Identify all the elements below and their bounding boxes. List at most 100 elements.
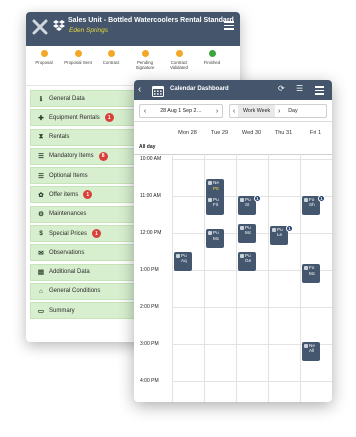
screenshot-stage: Sales Unit - Bottled Watercoolers Rental…: [0, 0, 356, 437]
calendar-event[interactable]: Fo Mc: [302, 264, 320, 284]
event-text: Mc: [309, 270, 316, 276]
event-text: Sh: [309, 202, 315, 208]
event-type-icon: [239, 198, 244, 202]
menu-item-label: Summary: [49, 307, 75, 314]
count-badge: 8: [98, 151, 108, 161]
bank-icon: ⌂: [39, 287, 43, 295]
event-count-badge: 1: [286, 224, 293, 232]
event-text: All: [309, 348, 315, 354]
day-header[interactable]: Wed 30: [236, 130, 267, 136]
menu-item-label: Observations: [49, 249, 85, 256]
menu-item-label: Mandatory Items: [49, 153, 94, 160]
event-type-icon: [207, 231, 212, 236]
prev-range-icon[interactable]: ‹: [140, 108, 150, 115]
step-label: Contract Validated: [170, 60, 188, 71]
day-header[interactable]: Fri 1: [300, 130, 331, 136]
step-label: Finished: [203, 60, 221, 65]
list-icon: ☰: [38, 172, 44, 180]
close-icon[interactable]: [32, 19, 48, 35]
step-label: Contract: [102, 60, 120, 65]
day-header[interactable]: Thu 31: [268, 130, 299, 136]
day-column-divider: [300, 154, 301, 402]
hour-label: 11:00 AM: [140, 193, 161, 199]
menu-item-label: Additional Data: [49, 269, 90, 276]
sales-unit-header: Sales Unit - Bottled Watercoolers Rental…: [26, 12, 240, 46]
calendar-header: ‹ Calendar Dashboard ⟳ ☰: [134, 80, 332, 100]
next-range-icon[interactable]: ›: [212, 108, 222, 115]
menu-item-label: General Data: [49, 95, 85, 102]
menu-item-label: Offer items: [49, 191, 79, 198]
day-header[interactable]: Mon 28: [172, 130, 203, 136]
menu-item-label: Equipment Rentals: [49, 114, 100, 121]
page-subtitle: Eden Springs: [69, 27, 109, 34]
next-view-icon[interactable]: ›: [275, 108, 283, 115]
view-day[interactable]: Day: [283, 105, 302, 117]
event-type-icon: [207, 181, 212, 186]
hour-gridline: [172, 381, 332, 382]
info-icon: ℹ: [39, 95, 43, 103]
step-label: Proposal: [35, 60, 53, 65]
menu-item-label: Rentals: [49, 134, 70, 141]
view-work-week[interactable]: Work Week: [238, 105, 276, 117]
hour-label: 1:00 PM: [140, 267, 159, 273]
prev-view-icon[interactable]: ‹: [230, 108, 238, 115]
hour-label: 12:00 PM: [140, 230, 162, 236]
wrench-icon: ✚: [38, 114, 44, 122]
workflow-step[interactable]: Proposal: [29, 50, 59, 65]
comment-icon: ✉: [38, 249, 44, 257]
event-type-icon: [303, 344, 308, 349]
event-text: Aq: [181, 257, 187, 263]
allday-divider: [134, 154, 332, 155]
step-status-dot: [141, 50, 149, 57]
calendar-grid: All day Mon 28 Tue 29 Wed 30 Thu 31 Fri 1 10:…: [134, 124, 332, 402]
back-arrow-icon[interactable]: ‹: [138, 84, 141, 95]
workflow-step[interactable]: Finished: [197, 50, 227, 65]
workflow-step[interactable]: Contract: [96, 50, 126, 65]
event-type-icon: [239, 253, 244, 258]
calendar-event[interactable]: Ne All: [302, 342, 320, 362]
event-text: Mc: [245, 230, 252, 236]
step-status-dot: [107, 50, 115, 57]
doc-icon: ▭: [37, 307, 45, 315]
count-badge: 1: [104, 113, 114, 123]
menu-item-label: General Conditions: [49, 288, 101, 295]
day-column-divider: [204, 154, 205, 402]
dollar-icon: $: [39, 230, 43, 238]
refresh-icon[interactable]: ⟳: [278, 84, 285, 93]
calendar-event[interactable]: Pu Mc: [238, 223, 256, 243]
day-header[interactable]: Tue 29: [204, 130, 235, 136]
allday-label: All day: [139, 144, 156, 150]
event-text: Ge: [245, 257, 252, 263]
workflow-step[interactable]: Proposal Sent: [63, 50, 93, 65]
event-text: PE: [213, 185, 220, 191]
step-label: Pending Signature: [135, 60, 155, 71]
event-text: Fit: [213, 202, 219, 208]
event-type-icon: [239, 225, 244, 230]
hamburger-menu-icon[interactable]: [224, 21, 234, 30]
calendar-event[interactable]: Pu Aq: [174, 251, 192, 271]
calendar-title: Calendar Dashboard: [170, 86, 229, 92]
event-type-icon: [271, 227, 276, 232]
count-badge: 1: [92, 229, 102, 239]
calendar-toolbar: ‹ 28 Aug 1 Sep 2… › ‹ Work Week › Day: [134, 100, 332, 122]
count-badge: 1: [83, 190, 93, 200]
list-icon: ☰: [38, 153, 44, 161]
view-switcher: ‹ Work Week › Day: [229, 104, 327, 118]
step-status-dot: [74, 50, 82, 57]
workflow-step[interactable]: Contract Validated: [164, 50, 194, 71]
date-range-label[interactable]: 28 Aug 1 Sep 2…: [150, 108, 212, 114]
filter-sliders-icon[interactable]: ☰: [296, 84, 303, 93]
event-type-icon: [303, 198, 308, 202]
event-type-icon: [303, 266, 308, 271]
event-count-badge: 1: [318, 195, 325, 202]
date-range-navigator: ‹ 28 Aug 1 Sep 2… ›: [139, 104, 223, 118]
hourglass-icon: ⧗: [38, 133, 44, 141]
workflow-step[interactable]: Pending Signature: [130, 50, 160, 71]
calendar-event[interactable]: Pu Fit: [206, 196, 224, 215]
calendar-event[interactable]: Pu Mc: [206, 229, 224, 249]
event-type-icon: [207, 198, 212, 202]
calendar-event[interactable]: Pu Ge: [238, 251, 256, 271]
hamburger-menu-icon[interactable]: [315, 86, 324, 97]
hour-label: 3:00 PM: [140, 341, 159, 347]
day-column-divider: [268, 154, 269, 402]
